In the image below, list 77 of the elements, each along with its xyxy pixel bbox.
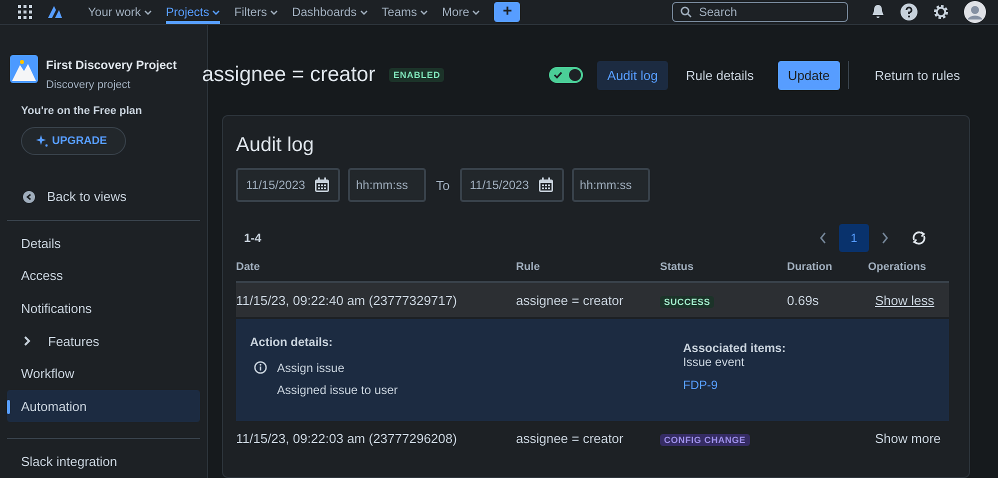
chevron-down-icon bbox=[472, 10, 480, 14]
sidebar-item[interactable]: Slack integration bbox=[7, 445, 200, 478]
app-grid-icon[interactable] bbox=[18, 5, 32, 19]
status-lozenge: CONFIG CHANGE bbox=[660, 434, 750, 446]
status-badge: ENABLED bbox=[389, 68, 444, 82]
project-name: First Discovery Project bbox=[46, 58, 177, 72]
rule-title: assignee = creator bbox=[202, 63, 376, 87]
project-type: Discovery project bbox=[46, 79, 132, 91]
column-header: Status bbox=[660, 261, 695, 275]
associated-type: Issue event bbox=[683, 355, 746, 369]
status-lozenge: SUCCESS bbox=[660, 296, 714, 308]
toggle-details-link[interactable]: Show less bbox=[875, 292, 934, 308]
nav-menu-item[interactable]: More bbox=[442, 0, 480, 24]
search-field[interactable]: Search bbox=[672, 2, 848, 22]
check-icon bbox=[553, 70, 564, 80]
rule-cell-text: assignee = creator bbox=[516, 430, 624, 446]
next-page-icon[interactable] bbox=[881, 232, 889, 244]
column-header: Rule bbox=[516, 261, 541, 275]
sidebar-item[interactable]: Details bbox=[7, 227, 200, 260]
column-header: Date bbox=[236, 261, 261, 275]
issue-link[interactable]: FDP-9 bbox=[683, 378, 786, 392]
chevron-down-icon bbox=[360, 10, 368, 14]
to-label: To bbox=[436, 178, 450, 192]
previous-page-icon[interactable] bbox=[819, 232, 827, 244]
header-tab[interactable]: Audit log bbox=[597, 60, 668, 90]
avatar-icon[interactable] bbox=[964, 1, 986, 23]
time-field[interactable]: hh:mm:ss bbox=[348, 168, 426, 202]
refresh-icon[interactable] bbox=[911, 230, 927, 246]
back-link[interactable]: Back to views bbox=[23, 189, 200, 204]
create-button[interactable]: + bbox=[494, 2, 520, 22]
chevron-down-icon bbox=[270, 10, 278, 14]
sidebar-item[interactable]: Features bbox=[7, 324, 200, 358]
sidebar-item[interactable]: Automation bbox=[7, 390, 200, 422]
result-range: 1-4 bbox=[244, 231, 262, 245]
card-title: Audit log bbox=[236, 134, 315, 157]
bell-icon[interactable] bbox=[870, 4, 886, 20]
chevron-down-icon bbox=[144, 10, 152, 14]
upgrade-button[interactable]: UPGRADE bbox=[21, 127, 126, 155]
action-description: Assigned issue to user bbox=[277, 383, 398, 397]
column-header: Duration bbox=[787, 261, 834, 275]
project-avatar-icon bbox=[10, 55, 38, 83]
nav-menu-item[interactable]: Filters bbox=[234, 0, 278, 24]
plan-text: You're on the Free plan bbox=[21, 105, 143, 117]
nav-menu-item[interactable]: Your work bbox=[88, 0, 152, 24]
calendar-icon bbox=[538, 177, 554, 193]
sidebar-item[interactable]: Workflow bbox=[7, 357, 200, 390]
sidebar-item[interactable]: Notifications bbox=[7, 292, 200, 325]
info-icon bbox=[254, 361, 267, 374]
header-tab[interactable]: Rule details bbox=[676, 60, 764, 90]
return-button[interactable]: Return to rules bbox=[864, 60, 970, 90]
action-name: Assign issue bbox=[277, 361, 346, 375]
chevron-icon bbox=[23, 336, 31, 346]
update-button[interactable]: Update bbox=[778, 60, 840, 90]
rule-toggle[interactable] bbox=[549, 67, 584, 83]
date-cell-text: 11/15/23, 09:22:03 am (23777296208) bbox=[236, 430, 458, 446]
search-icon bbox=[680, 6, 692, 18]
date-field[interactable]: 11/15/2023 bbox=[460, 168, 564, 202]
time-field[interactable]: hh:mm:ss bbox=[572, 168, 650, 202]
toggle-details-link[interactable]: Show more bbox=[875, 430, 941, 446]
help-icon[interactable] bbox=[900, 3, 918, 21]
date-cell-text: 11/15/23, 09:22:40 am (23777329717) bbox=[236, 292, 458, 308]
logo-icon[interactable] bbox=[46, 4, 64, 20]
nav-menu-item[interactable]: Teams bbox=[382, 0, 428, 24]
sparkle-icon bbox=[36, 135, 48, 147]
date-field[interactable]: 11/15/2023 bbox=[236, 168, 340, 202]
nav-menu-item[interactable]: Dashboards bbox=[292, 0, 368, 24]
rule-cell-text: assignee = creator bbox=[516, 292, 624, 308]
sidebar-item[interactable]: Access bbox=[7, 260, 200, 292]
duration-cell: 0.69s bbox=[787, 292, 819, 308]
calendar-icon bbox=[314, 177, 330, 193]
details-title: Action details: bbox=[250, 335, 334, 349]
chevron-down-icon bbox=[212, 10, 220, 14]
settings-icon[interactable] bbox=[932, 3, 950, 21]
column-header: Operations bbox=[868, 261, 928, 275]
page-button[interactable]: 1 bbox=[839, 224, 869, 252]
associated-title: Associated items: bbox=[683, 341, 786, 355]
chevron-down-icon bbox=[420, 10, 428, 14]
